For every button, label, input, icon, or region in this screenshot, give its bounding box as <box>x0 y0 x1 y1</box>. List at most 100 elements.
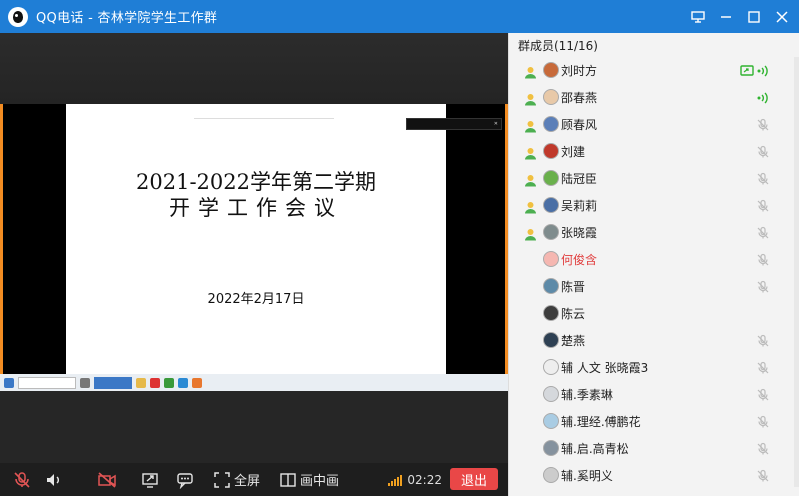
shared-screen[interactable]: 2021-2022学年第二学期 开学工作会议 2022年2月17日 ✕ <box>0 104 508 394</box>
member-name: 张晓霞 <box>561 226 598 240</box>
member-name: 顾春风 <box>561 118 598 132</box>
member-row[interactable]: 辅.奚明义 <box>509 462 799 489</box>
speaker-icon <box>47 473 59 486</box>
member-row[interactable]: 陈晋 <box>509 273 799 300</box>
mic-muted-icon <box>756 333 770 347</box>
member-row[interactable]: 邵春燕 <box>509 84 799 111</box>
fullscreen-button[interactable]: 全屏 <box>214 463 260 496</box>
member-avatar <box>543 332 559 348</box>
video-area[interactable]: 2021-2022学年第二学期 开学工作会议 2022年2月17日 ✕ <box>0 33 508 463</box>
member-name: 辅.启.高青松 <box>561 442 629 456</box>
member-row[interactable]: 辅.理经.傅鹏花 <box>509 408 799 435</box>
browser-icon <box>164 378 174 388</box>
member-avatar <box>543 386 559 402</box>
call-timer-group: 02:22 <box>388 463 442 496</box>
ppt-icon <box>192 378 202 388</box>
member-name: 吴莉莉 <box>561 199 598 213</box>
member-avatar <box>543 278 559 294</box>
chat-icon <box>177 472 193 489</box>
member-avatar <box>543 224 559 240</box>
task-view-icon <box>80 378 90 388</box>
member-person-icon <box>524 199 537 214</box>
video-background-top <box>0 33 508 105</box>
member-row[interactable]: 辅.季素琳 <box>509 381 799 408</box>
member-name: 陈晋 <box>561 280 586 294</box>
member-row[interactable]: 楚燕 <box>509 327 799 354</box>
video-background-bottom <box>0 391 508 463</box>
screen-share-icon <box>740 63 754 77</box>
member-row[interactable]: 顾春风 <box>509 111 799 138</box>
member-person-icon <box>524 91 537 106</box>
member-row[interactable]: 辅.启.高青松 <box>509 435 799 462</box>
shared-active-task <box>94 377 132 389</box>
slide-subtitle: 开学工作会议 <box>169 196 343 220</box>
speaking-icon <box>756 90 770 104</box>
member-row[interactable]: 陆冠臣 <box>509 165 799 192</box>
mic-muted-icon <box>756 468 770 482</box>
member-name: 辅.奚明义 <box>561 469 613 483</box>
mic-muted-icon <box>756 144 770 158</box>
slide-toolbar <box>194 107 334 119</box>
exit-button[interactable]: 退出 <box>450 468 498 490</box>
close-button[interactable] <box>771 6 793 28</box>
shared-search-box <box>18 377 76 389</box>
camera-button[interactable] <box>82 463 132 496</box>
interaction-button[interactable] <box>168 463 202 496</box>
fullscreen-icon <box>214 471 230 488</box>
mic-button[interactable] <box>4 463 40 496</box>
member-avatar <box>543 62 559 78</box>
member-name: 刘时方 <box>561 64 598 78</box>
camera-off-icon <box>98 471 116 488</box>
pip-button[interactable]: 画中画 <box>280 463 339 496</box>
mic-muted-icon <box>756 360 770 374</box>
member-person-icon <box>524 145 537 160</box>
call-timer: 02:22 <box>407 472 442 487</box>
mic-muted-icon <box>756 279 770 293</box>
popup-close-icon: ✕ <box>493 121 498 127</box>
shared-popup: ✕ <box>406 118 502 130</box>
share-border-left <box>0 104 3 394</box>
mic-muted-icon <box>756 117 770 131</box>
mic-muted-icon <box>756 171 770 185</box>
edge-icon <box>178 378 188 388</box>
mic-muted-icon <box>756 225 770 239</box>
member-avatar <box>543 143 559 159</box>
fullscreen-label: 全屏 <box>234 474 261 489</box>
mic-muted-icon <box>756 198 770 212</box>
member-scrollbar[interactable] <box>794 57 799 487</box>
qq-logo-icon <box>8 6 28 27</box>
speaker-button[interactable] <box>40 463 68 496</box>
window-controls <box>687 0 793 33</box>
member-row[interactable]: 何俊含 <box>509 246 799 273</box>
title-bar: QQ电话 - 杏林学院学生工作群 <box>0 0 799 33</box>
member-avatar <box>543 197 559 213</box>
member-row[interactable]: 辅 人文 张晓霞3 <box>509 354 799 381</box>
member-name: 陈云 <box>561 307 586 321</box>
member-person-icon <box>524 118 537 133</box>
present-icon <box>691 10 705 23</box>
speaking-icon <box>756 63 770 77</box>
member-avatar <box>543 440 559 456</box>
share-screen-button[interactable] <box>132 463 168 496</box>
mic-muted-icon <box>756 414 770 428</box>
share-screen-icon <box>142 472 158 488</box>
member-row[interactable]: 刘时方 <box>509 57 799 84</box>
picture-in-picture-icon <box>280 472 296 487</box>
maximize-icon <box>748 10 760 23</box>
member-name: 辅 人文 张晓霞3 <box>561 361 649 375</box>
member-row[interactable]: 吴莉莉 <box>509 192 799 219</box>
present-button[interactable] <box>687 6 709 28</box>
mic-muted-icon <box>14 471 30 488</box>
folder-icon <box>136 378 146 388</box>
member-row[interactable]: 陈云 <box>509 300 799 327</box>
member-row[interactable]: 刘建 <box>509 138 799 165</box>
member-panel: 群成员(11/16) 刘时方 邵春燕 顾春风 刘建 陆冠臣 吴莉莉 张晓霞 何俊含 陈晋 陈云 楚燕… <box>508 33 799 496</box>
member-avatar <box>543 251 559 267</box>
minimize-button[interactable] <box>715 6 737 28</box>
member-name: 邵春燕 <box>561 91 598 105</box>
member-row[interactable]: 张晓霞 <box>509 219 799 246</box>
member-name: 刘建 <box>561 145 586 159</box>
member-avatar <box>543 305 559 321</box>
mic-muted-icon <box>756 252 770 266</box>
maximize-button[interactable] <box>743 6 765 28</box>
